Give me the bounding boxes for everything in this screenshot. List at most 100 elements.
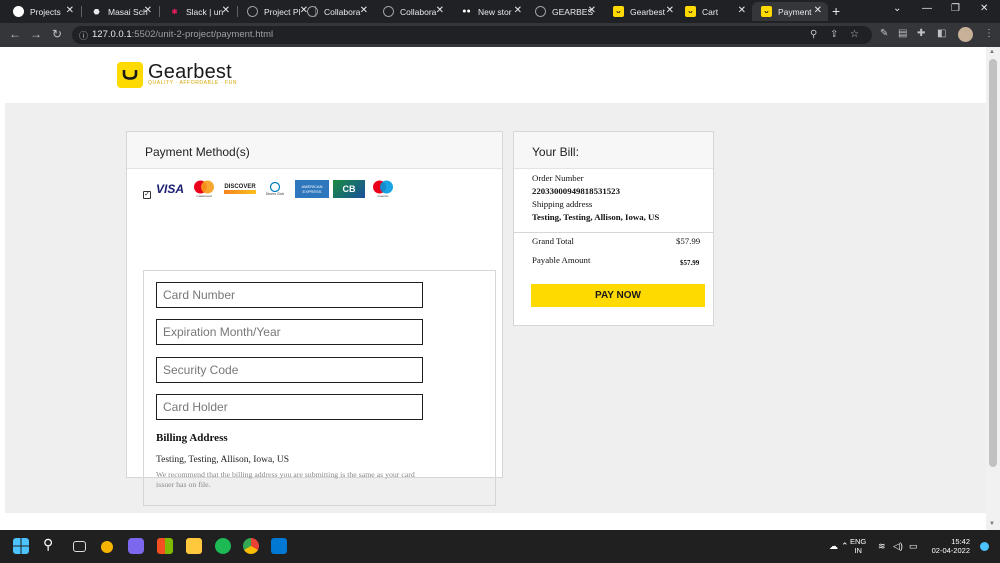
your-bill-card: Your Bill: Order Number 2203300094981853…	[513, 131, 714, 326]
weather-cloud-icon[interactable]: ☁	[829, 541, 838, 552]
billing-address-text: Testing, Testing, Allison, Iowa, US	[156, 455, 290, 465]
tab-search-chevron-icon[interactable]: ⌄	[893, 3, 901, 14]
github-icon	[13, 6, 24, 17]
shipping-address-label: Shipping address	[532, 199, 593, 209]
tab-slack[interactable]: ✱ Slack | un ✕	[160, 2, 236, 21]
tray-chevron-icon[interactable]: ⌃	[841, 541, 849, 552]
globe-icon	[307, 6, 318, 17]
close-icon[interactable]: ✕	[738, 5, 746, 16]
tab-gearbest-upper[interactable]: GEARBES ✕	[526, 2, 602, 21]
menu-kebab-icon[interactable]: ⋮	[984, 28, 994, 39]
american-express-logo: AMERICAN EXPRESS	[295, 180, 329, 198]
reload-icon[interactable]: ↻	[52, 27, 62, 41]
payment-method-card: Payment Method(s) ✓ VISA mastercard DISC…	[126, 131, 503, 506]
order-number-value: 22033000949818531523	[532, 186, 620, 196]
maestro-logo: maestro	[369, 180, 397, 198]
chrome-icon[interactable]	[243, 538, 259, 554]
restore-icon[interactable]: ❐	[951, 3, 960, 14]
extensions-puzzle-icon[interactable]: ✚	[917, 28, 925, 39]
info-icon[interactable]: ⓘ	[79, 29, 88, 42]
forward-arrow-icon[interactable]: →	[30, 27, 42, 41]
url-text: 127.0.0.1:5502/unit-2-project/payment.ht…	[92, 29, 274, 40]
bill-card-header: Your Bill:	[514, 132, 713, 169]
visa-logo: VISA	[155, 182, 184, 196]
close-icon[interactable]: ✕	[360, 5, 368, 16]
close-icon[interactable]: ✕	[588, 5, 596, 16]
tab-payment[interactable]: ᴗ Payment ✕	[752, 2, 828, 21]
tab-collabora-1[interactable]: Collabora ✕	[298, 2, 374, 21]
tab-new-story[interactable]: ●● New stor ✕	[452, 2, 528, 21]
cb-logo: CB	[333, 180, 365, 198]
clock[interactable]: 15:42 02-04-2022	[928, 537, 970, 555]
back-arrow-icon[interactable]: ←	[9, 27, 21, 41]
gearbest-logo-icon[interactable]	[117, 62, 143, 88]
payment-method-checkbox[interactable]: ✓	[143, 191, 151, 199]
close-icon[interactable]: ✕	[222, 5, 230, 16]
close-icon[interactable]: ✕	[144, 5, 152, 16]
side-panel-icon[interactable]: ◧	[937, 28, 946, 39]
teams-chat-icon[interactable]	[128, 538, 144, 554]
pay-now-button[interactable]: PAY NOW	[531, 284, 705, 307]
site-header: Gearbest QUALITY · AFFORDABLE · FUN	[0, 47, 986, 103]
gearbest-icon: ᴗ	[761, 6, 772, 17]
spotify-icon[interactable]	[215, 538, 231, 554]
close-icon[interactable]: ✕	[814, 5, 822, 16]
page-viewport: Gearbest QUALITY · AFFORDABLE · FUN Paym…	[0, 47, 986, 530]
diners-club-logo: Diners Club	[261, 180, 289, 198]
payable-amount-value: $57.99	[680, 259, 700, 267]
mastercard-logo: mastercard	[191, 180, 217, 198]
globe-icon	[247, 6, 258, 17]
minimize-icon[interactable]: —	[922, 3, 932, 14]
bill-divider	[514, 232, 713, 233]
payment-card-header: Payment Method(s)	[127, 132, 502, 169]
billing-address-note: We recommend that the billing address yo…	[156, 470, 415, 489]
close-icon[interactable]: ✕	[66, 5, 74, 16]
expiration-input[interactable]: Expiration Month/Year	[156, 319, 423, 345]
masai-icon: ⬣	[93, 8, 100, 16]
address-bar[interactable]: ⓘ 127.0.0.1:5502/unit-2-project/payment.…	[72, 26, 872, 44]
volume-icon[interactable]: ◁)	[893, 541, 903, 552]
globe-icon	[535, 6, 546, 17]
extension-notebook-icon[interactable]: ▤	[898, 28, 907, 39]
task-view-icon[interactable]	[73, 541, 86, 552]
tab-projects[interactable]: Projects ✕	[4, 2, 80, 21]
microsoft-store-icon[interactable]	[157, 538, 173, 554]
vscode-icon[interactable]	[271, 538, 287, 554]
file-explorer-icon[interactable]	[186, 538, 202, 554]
payment-title: Payment Method(s)	[145, 145, 250, 159]
close-icon[interactable]: ✕	[514, 5, 522, 16]
tab-collabora-2[interactable]: Collabora ✕	[374, 2, 450, 21]
share-icon[interactable]: ⇪	[830, 29, 838, 40]
scroll-down-arrow-icon[interactable]: ▼	[989, 521, 995, 527]
bookmark-star-icon[interactable]: ☆	[850, 29, 859, 40]
language-indicator[interactable]: ENG IN	[850, 537, 866, 555]
page-scrollbar[interactable]: ▲ ▼	[986, 47, 1000, 530]
extension-pen-icon[interactable]: ✎	[880, 28, 888, 39]
tab-gearbest[interactable]: ᴗ Gearbest ✕	[604, 2, 680, 21]
close-icon[interactable]: ✕	[666, 5, 674, 16]
tab-masai[interactable]: ⬣ Masai Sch ✕	[82, 2, 158, 21]
security-code-input[interactable]: Security Code	[156, 357, 423, 383]
grand-total-value: $57.99	[676, 236, 701, 246]
zoom-icon[interactable]: ⚲	[810, 29, 817, 40]
notification-icon[interactable]	[980, 542, 989, 551]
card-number-input[interactable]: Card Number	[156, 282, 423, 308]
widgets-icon[interactable]	[101, 541, 113, 553]
billing-address-title: Billing Address	[156, 432, 228, 444]
wifi-icon[interactable]: ≋	[878, 541, 886, 552]
search-icon[interactable]: ⚲	[43, 536, 59, 552]
profile-avatar[interactable]	[958, 27, 973, 42]
scrollbar-thumb[interactable]	[989, 59, 997, 467]
scroll-up-arrow-icon[interactable]: ▲	[989, 49, 995, 55]
new-tab-plus-icon[interactable]: +	[832, 3, 840, 19]
tab-cart[interactable]: ᴗ Cart ✕	[676, 2, 752, 21]
globe-icon	[383, 6, 394, 17]
card-holder-input[interactable]: Card Holder	[156, 394, 423, 420]
close-icon[interactable]: ✕	[436, 5, 444, 16]
bill-title: Your Bill:	[532, 145, 579, 159]
gearbest-icon: ᴗ	[685, 6, 696, 17]
battery-icon[interactable]: ▭	[909, 541, 918, 552]
windows-taskbar: ⚲ ☁ ⌃ ENG IN ≋ ◁) ▭ 15:42 02-04-2022	[0, 530, 1000, 563]
window-close-icon[interactable]: ✕	[980, 3, 988, 14]
windows-start-icon[interactable]	[13, 538, 29, 554]
